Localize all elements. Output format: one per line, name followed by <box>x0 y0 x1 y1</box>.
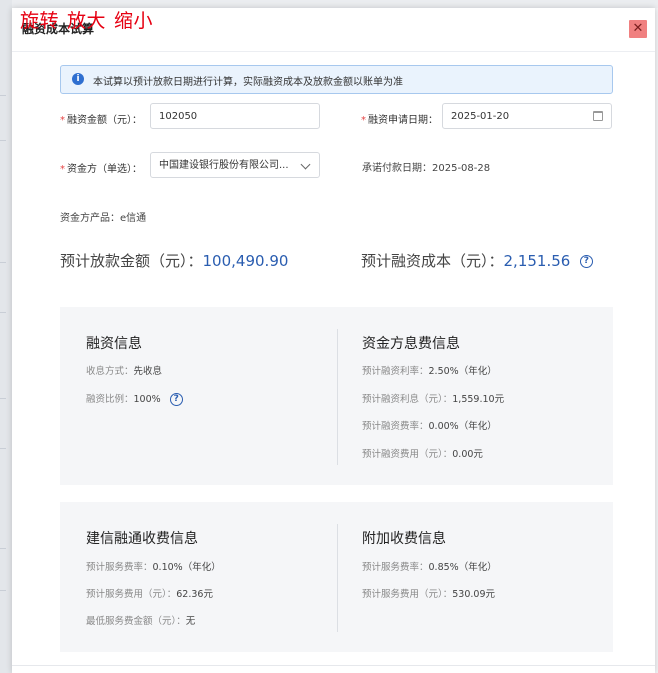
ccb-fee-row: 预计服务费率：0.10%（年化） <box>86 562 221 573</box>
column-divider <box>337 524 338 632</box>
info-panel-top: 融资信息 收息方式：先收息 融资比例：100% ? 资金方息费信息 预计融资利率… <box>60 307 613 485</box>
ccb-fee-row: 预计服务费用（元）：62.36元 <box>86 589 213 600</box>
info-icon: i <box>72 73 84 85</box>
financing-cost-value: 2,151.56 <box>503 252 571 270</box>
extra-fee-row: 预计服务费率：0.85%（年化） <box>362 562 497 573</box>
extra-fee-title: 附加收费信息 <box>362 531 446 547</box>
funder-fee-row: 预计融资费率：0.00%（年化） <box>362 421 497 432</box>
funder-fee-row: 预计融资利息（元）：1,559.10元 <box>362 394 505 405</box>
background-left-edge <box>0 0 12 673</box>
info-panel-bottom: 建信融通收费信息 预计服务费率：0.10%（年化） 预计服务费用（元）：62.3… <box>60 502 613 652</box>
financing-row: 收息方式：先收息 <box>86 366 163 377</box>
financing-info-title: 融资信息 <box>86 336 142 352</box>
zoom-out-button[interactable]: 缩小 <box>114 10 153 32</box>
ccb-fee-title: 建信融通收费信息 <box>86 531 198 547</box>
close-icon[interactable]: ✕ <box>629 20 647 38</box>
apply-date-label: * 融资申请日期： <box>361 115 438 126</box>
funder-fee-row: 预计融资费用（元）：0.00元 <box>362 449 483 460</box>
image-toolbar: 旋转 放大 缩小 <box>20 6 161 33</box>
funder-label: * 资金方（单选）： <box>60 164 142 175</box>
funder-fee-row: 预计融资利率：2.50%（年化） <box>362 366 497 377</box>
apply-date-input[interactable]: 2025-01-20 <box>442 103 612 129</box>
notice-text: 本试算以预计放款日期进行计算，实际融资成本及放款金额以账单为准 <box>93 77 403 88</box>
zoom-in-button[interactable]: 放大 <box>67 10 106 32</box>
apply-date-value: 2025-01-20 <box>451 111 510 122</box>
funder-select-value: 中国建设银行股份有限公司... <box>159 160 289 171</box>
financing-cost: 预计融资成本（元）：2,151.56 ? <box>361 250 593 271</box>
funder-select[interactable]: 中国建设银行股份有限公司... <box>150 152 320 178</box>
extra-fee-row: 预计服务费用（元）：530.09元 <box>362 589 496 600</box>
disburse-amount: 预计放款金额（元）：100,490.90 <box>60 252 289 270</box>
funder-fee-title: 资金方息费信息 <box>362 336 460 352</box>
help-icon[interactable]: ? <box>579 255 593 268</box>
help-icon[interactable]: ? <box>169 393 183 406</box>
chevron-down-icon <box>300 159 311 170</box>
funder-product: 资金方产品：e信通 <box>60 213 147 224</box>
notice-banner: i 本试算以预计放款日期进行计算，实际融资成本及放款金额以账单为准 <box>60 65 613 94</box>
cost-trial-dialog: 融资成本试算 ✕ i 本试算以预计放款日期进行计算，实际融资成本及放款金额以账单… <box>12 8 655 673</box>
column-divider <box>337 329 338 465</box>
rotate-button[interactable]: 旋转 <box>20 10 59 32</box>
amount-label: * 融资金额（元）： <box>60 115 142 126</box>
calendar-icon[interactable] <box>593 111 603 121</box>
disburse-amount-value: 100,490.90 <box>202 252 289 270</box>
amount-input[interactable]: 102050 <box>150 103 320 129</box>
promise-date: 承诺付款日期：2025-08-28 <box>362 163 491 174</box>
dialog-footer-divider <box>12 665 655 666</box>
ccb-fee-row: 最低服务费金额（元）：无 <box>86 616 196 627</box>
financing-row: 融资比例：100% ? <box>86 391 183 406</box>
